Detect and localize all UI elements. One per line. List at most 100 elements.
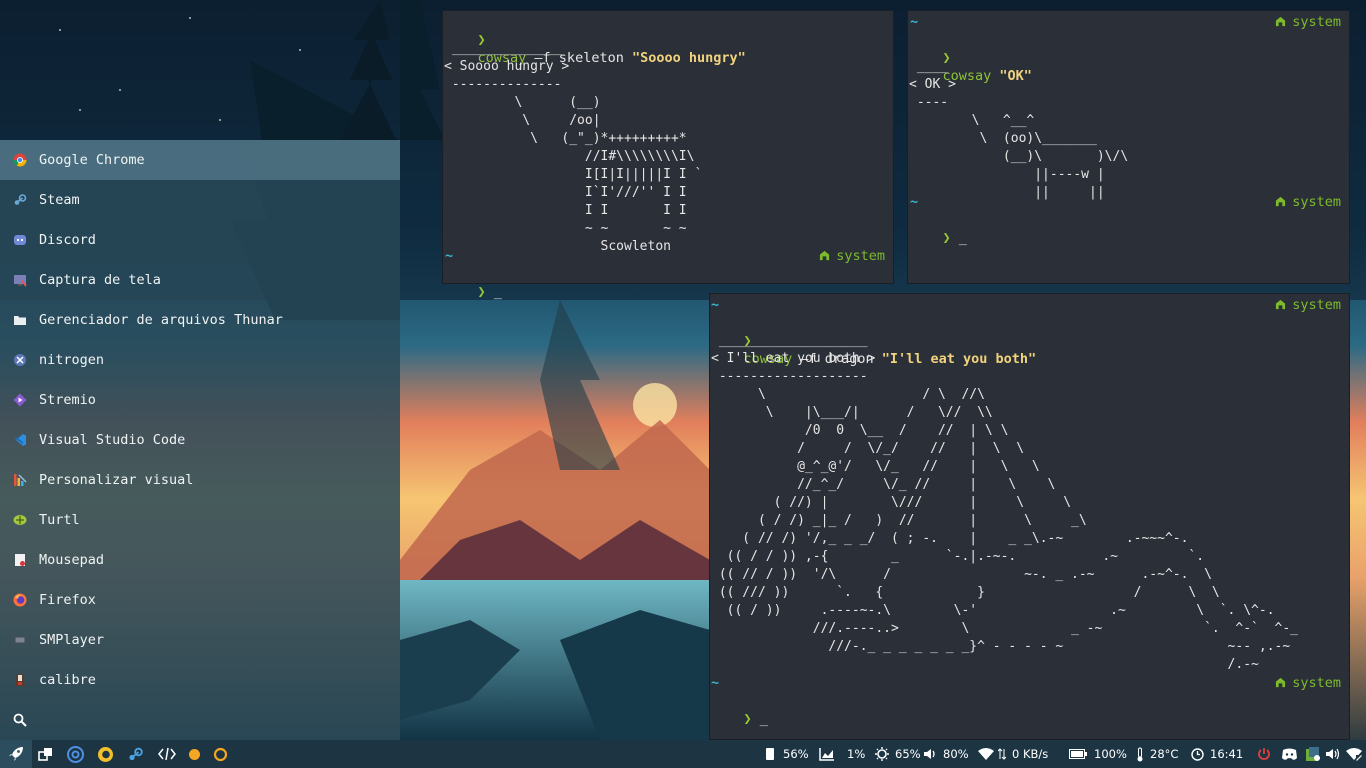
vscode-icon	[13, 433, 27, 447]
menu-item-vscode[interactable]: Visual Studio Code	[0, 420, 400, 460]
cwd-tilde: ~	[910, 14, 919, 30]
home-icon	[1276, 299, 1286, 310]
volume-indicator[interactable]: 80%	[923, 740, 969, 768]
menu-item-label: Discord	[39, 232, 96, 248]
taskbar: 56% 1% 65% 80% 0 KB/s 100% 28°C 16:41	[0, 740, 1366, 768]
cwd-tilde: ~	[711, 297, 720, 313]
cwd-tilde: ~	[910, 194, 919, 210]
stremio-icon	[13, 393, 27, 407]
menu-item-personalizar-visual[interactable]: Personalizar visual	[0, 460, 400, 500]
input-line[interactable]: ❯ _	[711, 692, 768, 727]
menu-item-google-chrome[interactable]: Google Chrome	[0, 140, 400, 180]
cowsay-output: ______________ < Soooo hungry > --------…	[444, 41, 703, 254]
updown-arrows-icon	[998, 748, 1006, 760]
taskbar-chrome[interactable]	[67, 740, 84, 768]
cpu-value: 1%	[847, 747, 866, 761]
system-label: system	[1292, 297, 1341, 313]
workspaces-button[interactable]	[38, 740, 54, 768]
memory-value: 56%	[783, 747, 809, 761]
prompt-symbol: ❯	[477, 284, 486, 300]
battery-icon	[1069, 749, 1087, 759]
menu-item-label: SMPlayer	[39, 632, 105, 648]
prompt-symbol: ❯	[743, 711, 752, 727]
tray-updates[interactable]	[1305, 740, 1321, 768]
system-indicator: system	[1275, 296, 1341, 314]
firefox-icon	[98, 746, 113, 762]
cpu-indicator: 1%	[819, 740, 865, 768]
temperature-value: 28°C	[1150, 747, 1179, 761]
network-value: 0 KB/s	[1012, 747, 1049, 761]
memory-icon	[766, 748, 774, 760]
smplayer-icon	[13, 633, 27, 647]
turtl-icon	[13, 513, 27, 527]
menu-item-firefox[interactable]: Firefox	[0, 580, 400, 620]
volume-icon	[924, 749, 935, 759]
input-line[interactable]: ❯ _	[445, 265, 502, 300]
temperature-indicator: 28°C	[1136, 740, 1178, 768]
cursor: _	[958, 230, 967, 246]
system-indicator: system	[1275, 674, 1341, 692]
code-icon	[158, 747, 176, 761]
power-button[interactable]	[1257, 740, 1271, 768]
home-icon	[1276, 196, 1286, 207]
menu-item-thunar[interactable]: Gerenciador de arquivos Thunar	[0, 300, 400, 340]
terminal-window-ok[interactable]: ~ system ❯ cowsay "OK" ____ < OK > ---- …	[907, 10, 1350, 284]
menu-search[interactable]	[0, 700, 400, 740]
network-indicator[interactable]: 0 KB/s	[978, 740, 1048, 768]
rocket-icon	[9, 747, 23, 761]
cursor: _	[759, 711, 768, 727]
taskbar-code-editor[interactable]	[158, 740, 176, 768]
menu-item-label: Firefox	[39, 592, 96, 608]
clock-icon	[1191, 747, 1204, 761]
system-indicator: system	[1275, 13, 1341, 31]
menu-item-discord[interactable]: Discord	[0, 220, 400, 260]
taskbar-app-orange[interactable]	[188, 740, 201, 768]
menu-item-steam[interactable]: Steam	[0, 180, 400, 220]
discord-icon	[1282, 748, 1297, 760]
firefox-icon	[13, 593, 27, 607]
power-icon	[1258, 748, 1270, 760]
menu-item-nitrogen[interactable]: nitrogen	[0, 340, 400, 380]
menu-item-calibre[interactable]: calibre	[0, 660, 400, 700]
system-label: system	[1292, 194, 1341, 210]
menu-item-label: Personalizar visual	[39, 472, 194, 488]
menu-item-turtl[interactable]: Turtl	[0, 500, 400, 540]
command-line: ❯ cowsay –f skeleton "Soooo hungry"	[445, 13, 746, 66]
menu-item-smplayer[interactable]: SMPlayer	[0, 620, 400, 660]
input-line[interactable]: ❯ _	[910, 211, 967, 246]
tray-discord[interactable]	[1281, 740, 1298, 768]
terminal-window-skeleton[interactable]: ❯ cowsay –f skeleton "Soooo hungry" ____…	[442, 10, 894, 300]
taskbar-steam[interactable]	[127, 740, 144, 768]
menu-item-mousepad[interactable]: Mousepad	[0, 540, 400, 580]
chrome-icon	[67, 745, 84, 763]
menu-item-stremio[interactable]: Stremio	[0, 380, 400, 420]
system-label: system	[1292, 14, 1341, 30]
menu-item-captura-de-tela[interactable]: Captura de tela	[0, 260, 400, 300]
clock[interactable]: 16:41	[1191, 740, 1243, 768]
taskbar-firefox[interactable]	[97, 740, 114, 768]
menu-item-label: Steam	[39, 192, 80, 208]
chrome-icon	[13, 153, 27, 167]
system-indicator: system	[819, 247, 885, 265]
tray-volume[interactable]	[1325, 740, 1340, 768]
menu-item-label: calibre	[39, 672, 96, 688]
taskbar-app-ring[interactable]	[213, 740, 228, 768]
home-icon	[1276, 677, 1286, 688]
cwd-tilde: ~	[711, 675, 720, 691]
menu-item-label: nitrogen	[39, 352, 105, 368]
memory-indicator: 56%	[765, 740, 809, 768]
terminal-window-dragon[interactable]: ~ system ❯ cowsay –f dragon "I'll eat yo…	[709, 293, 1350, 740]
command-line: ❯ cowsay "OK"	[910, 31, 1032, 84]
menu-item-label: Turtl	[39, 512, 80, 528]
windows-icon	[38, 748, 52, 761]
nitrogen-icon	[13, 353, 27, 367]
cursor: _	[493, 284, 502, 300]
volume-value: 80%	[943, 747, 969, 761]
tray-network[interactable]	[1346, 740, 1362, 768]
battery-value: 100%	[1094, 747, 1127, 761]
clock-value: 16:41	[1210, 747, 1244, 761]
launcher-button[interactable]	[0, 740, 32, 768]
menu-item-label: Stremio	[39, 392, 96, 408]
appearance-icon	[13, 473, 27, 487]
chart-icon	[819, 748, 834, 761]
